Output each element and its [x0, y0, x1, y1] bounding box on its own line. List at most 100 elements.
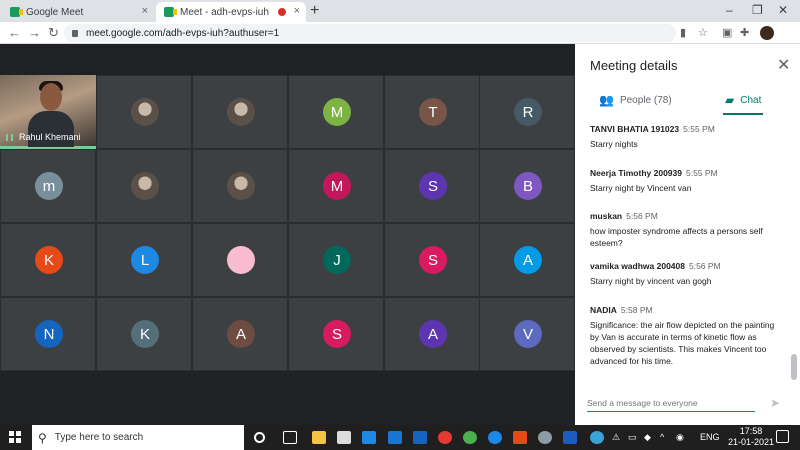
camera-icon[interactable]: ▮ [680, 26, 686, 39]
message-sender: muskan 5:56 PM [590, 211, 658, 221]
participant-tile[interactable]: S [384, 149, 480, 223]
participant-tile[interactable]: A [384, 297, 480, 371]
volume-icon[interactable]: ◉ [676, 432, 684, 443]
meeting-details-panel: Meeting details ✕ 👥 People (78) ▰ Chat T… [575, 44, 800, 425]
participant-avatar: M [323, 98, 351, 126]
audio-level-icon [6, 133, 13, 141]
maximize-button[interactable]: ❐ [752, 3, 763, 17]
participant-tile[interactable] [192, 149, 288, 223]
participant-tile[interactable]: V [479, 297, 575, 371]
message-sender: Neerja Timothy 200939 5:55 PM [590, 168, 718, 178]
participant-tile[interactable]: T [384, 75, 480, 149]
minimize-button[interactable]: – [726, 3, 733, 17]
participant-tile[interactable]: S [384, 223, 480, 297]
participant-tile[interactable]: L [96, 223, 192, 297]
meet-favicon-icon [164, 7, 177, 17]
store-icon[interactable] [337, 431, 351, 444]
forward-button[interactable]: → [28, 25, 41, 40]
participant-avatar: L [131, 246, 159, 274]
chat-message: NADIA 5:58 PM Significance: the air flow … [590, 305, 780, 367]
tab-people[interactable]: 👥 People (78) [599, 93, 672, 107]
network-icon[interactable]: ⚠ [612, 432, 620, 443]
word-icon[interactable] [563, 431, 577, 444]
meeting-stage: M T Rm M S B K L J S A N K A S A V Rahul Khemani [0, 44, 575, 425]
tab-meet-session[interactable]: Meet - adh-evps-iuh × [156, 2, 306, 22]
tab-chat[interactable]: ▰ Chat [725, 93, 761, 107]
extension-icon[interactable]: ▣ [722, 26, 732, 39]
tab-google-meet[interactable]: Google Meet × [2, 2, 154, 22]
panel-title: Meeting details [590, 58, 678, 73]
file-explorer-icon[interactable] [312, 431, 326, 444]
notification-icon[interactable] [776, 430, 789, 443]
tab-chat-label: Chat [740, 94, 762, 106]
battery-icon[interactable]: ▭ [628, 432, 637, 443]
chat-message: Neerja Timothy 200939 5:55 PM Starry nigh… [590, 168, 780, 194]
participant-tile[interactable] [192, 75, 288, 149]
cortana-icon[interactable] [254, 432, 265, 443]
app-icon[interactable] [388, 431, 402, 444]
opera-icon[interactable] [438, 431, 452, 444]
chat-message: TANVI BHATIA 191023 5:55 PM Starry nights [590, 124, 780, 150]
puzzle-icon[interactable]: ✚ [740, 26, 749, 39]
people-icon: 👥 [599, 93, 614, 107]
reload-button[interactable]: ↻ [48, 25, 59, 41]
participant-tile[interactable] [192, 223, 288, 297]
tab-close-icon[interactable]: × [294, 5, 300, 17]
app-icon[interactable] [538, 431, 552, 444]
chat-message-input[interactable] [587, 396, 755, 410]
self-video-tile[interactable]: Rahul Khemani [0, 75, 96, 149]
taskbar-clock[interactable]: 17:58 21-01-2021 [726, 426, 776, 448]
task-view-icon[interactable] [283, 431, 297, 444]
participant-tile[interactable]: N [0, 297, 96, 371]
windows-start-icon[interactable] [9, 431, 21, 443]
tab-close-icon[interactable]: × [142, 5, 148, 17]
participant-tile[interactable]: J [288, 223, 384, 297]
message-text: Significance: the air flow depicted on t… [590, 320, 775, 366]
search-placeholder: Type here to search [54, 432, 144, 443]
message-sender: NADIA 5:58 PM [590, 305, 653, 315]
edge-icon[interactable] [488, 431, 502, 444]
chat-message: muskan 5:56 PM how imposter syndrome affe… [590, 211, 780, 249]
chrome-icon[interactable] [463, 431, 477, 444]
tab-people-label: People (78) [619, 94, 672, 106]
participant-tile[interactable]: K [0, 223, 96, 297]
tab-title: Google Meet [26, 6, 84, 18]
participant-tile[interactable]: S [288, 297, 384, 371]
powerpoint-icon[interactable] [513, 431, 527, 444]
participant-tile[interactable]: B [479, 149, 575, 223]
participant-tile[interactable]: K [96, 297, 192, 371]
participant-tile[interactable] [96, 149, 192, 223]
participant-avatar: A [227, 320, 255, 348]
dropbox-tray-icon[interactable]: ◆ [644, 432, 651, 443]
self-head [40, 83, 62, 111]
taskbar-search[interactable]: ⚲ Type here to search [32, 425, 244, 450]
chat-scrollbar[interactable] [791, 354, 797, 380]
chat-message: vamika wadhwa 200408 5:56 PM Starry night… [590, 261, 780, 287]
close-panel-button[interactable]: ✕ [777, 55, 790, 75]
participant-tile[interactable]: M [288, 149, 384, 223]
participant-tile[interactable]: M [288, 75, 384, 149]
dropbox-icon[interactable] [362, 431, 376, 444]
chevron-up-icon[interactable]: ^ [660, 432, 664, 442]
language-indicator[interactable]: ENG [700, 432, 720, 442]
participant-name: Rahul Khemani [19, 132, 81, 142]
browser-tab-bar: Google Meet × Meet - adh-evps-iuh × + – … [0, 0, 800, 22]
participant-avatar: J [323, 246, 351, 274]
participant-tile[interactable] [96, 75, 192, 149]
send-icon[interactable]: ➤ [770, 396, 780, 410]
participant-tile[interactable]: A [192, 297, 288, 371]
mail-icon[interactable] [413, 431, 427, 444]
omnibox[interactable]: meet.google.com/adh-evps-iuh?authuser=1 [64, 24, 676, 42]
chrome-profile-icon[interactable] [590, 431, 604, 444]
new-tab-button[interactable]: + [310, 2, 319, 20]
close-window-button[interactable]: ✕ [778, 3, 788, 17]
participant-tile[interactable]: m [0, 149, 96, 223]
participant-tile[interactable]: R [479, 75, 575, 149]
self-name-label: Rahul Khemani [6, 132, 81, 142]
back-button[interactable]: ← [8, 25, 21, 40]
message-text: Starry nights [590, 139, 638, 149]
star-icon[interactable]: ☆ [698, 26, 708, 39]
participant-tile[interactable]: A [479, 223, 575, 297]
profile-avatar[interactable] [760, 26, 774, 40]
participant-avatar [227, 98, 255, 126]
